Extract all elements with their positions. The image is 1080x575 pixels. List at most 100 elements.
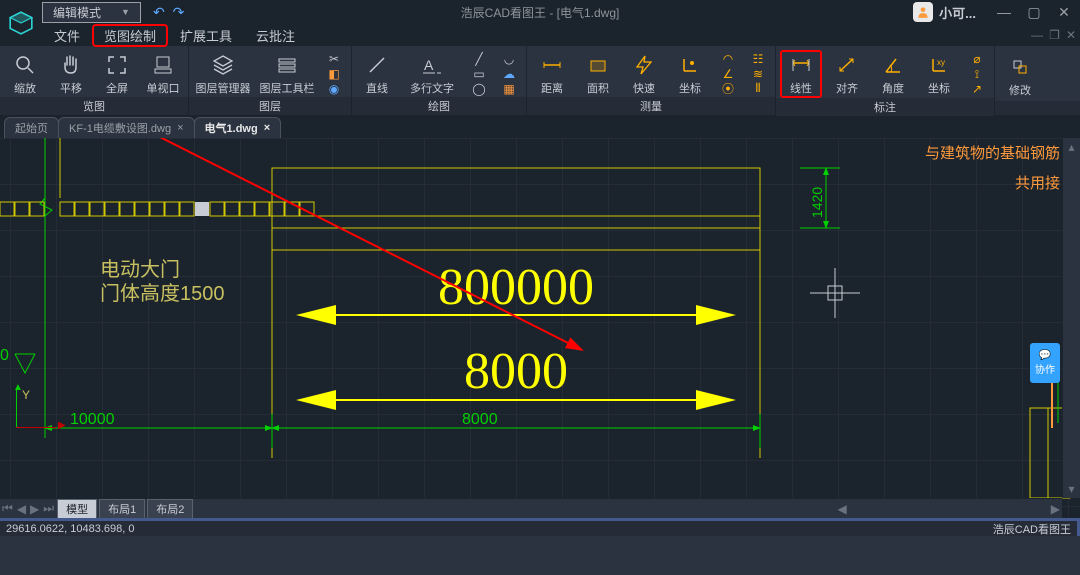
minimize-button[interactable]: — <box>992 3 1016 21</box>
group-name-end <box>995 101 1080 115</box>
tool-angle[interactable]: 角度 <box>872 50 914 98</box>
dist-icon <box>539 52 565 78</box>
mdi-controls: — ❐ ✕ <box>1031 28 1076 42</box>
mdi-close[interactable]: ✕ <box>1066 28 1076 42</box>
svg-text:800000: 800000 <box>438 259 594 316</box>
sheet-layout1[interactable]: 布局1 <box>99 499 145 519</box>
modify-icon <box>1007 54 1033 80</box>
ribbon-group-layer: 图层管理器 图层工具栏 ✂ ◧ ◉ 图层 <box>189 46 352 115</box>
tool-draw-stack2[interactable]: ◡☁▦ <box>496 50 522 97</box>
tool-measure-stack2[interactable]: ☷≋⦀ <box>745 50 771 97</box>
ribbon-group-draw: 直线 A 多行文字 ╱▭◯ ◡☁▦ 绘图 <box>352 46 527 115</box>
sheet-last-icon[interactable]: ⏭ <box>41 501 56 516</box>
coords-icon <box>677 52 703 78</box>
svg-text:共用接: 共用接 <box>1015 175 1060 192</box>
circle-icon: ◯ <box>472 82 485 95</box>
tool-viewport[interactable]: 单视口 <box>142 50 184 97</box>
tool-area[interactable]: 面积 <box>577 50 619 97</box>
scroll-down-icon[interactable]: ▾ <box>1066 482 1076 496</box>
sheet-layout2[interactable]: 布局2 <box>147 499 193 519</box>
scrollbar-vertical[interactable]: ▴ ▾ <box>1062 138 1080 498</box>
tool-fullscreen[interactable]: 全屏 <box>96 50 138 97</box>
scroll-up-icon[interactable]: ▴ <box>1066 140 1076 154</box>
mdi-restore[interactable]: ❐ <box>1049 28 1060 42</box>
tool-line[interactable]: 直线 <box>356 50 398 97</box>
layer-mgr-icon <box>210 52 236 78</box>
tool-coords-d[interactable]: xy 坐标 <box>918 50 960 98</box>
m-ratio-icon: ⦿ <box>722 82 734 95</box>
undo-icon[interactable]: ↶ <box>153 4 165 21</box>
tab-active[interactable]: 电气1.dwg × <box>194 117 282 138</box>
collaborate-button[interactable]: 💬 协作 <box>1030 343 1060 383</box>
tool-layer-mgr[interactable]: 图层管理器 <box>193 50 253 97</box>
align-label: 对齐 <box>836 80 858 96</box>
tab-kf1-label: KF-1电缆敷设图.dwg <box>69 120 171 136</box>
maximize-button[interactable]: ▢ <box>1022 3 1046 21</box>
svg-text:8000: 8000 <box>462 411 498 428</box>
tool-mtext[interactable]: A 多行文字 <box>402 50 462 97</box>
tool-linear[interactable]: 线性 <box>780 50 822 98</box>
mdi-minimize[interactable]: — <box>1031 28 1043 42</box>
hatch-icon: ▦ <box>503 82 514 95</box>
menu-ext-tools[interactable]: 扩展工具 <box>168 24 244 47</box>
tool-dim-stack[interactable]: ⌀⟟↗ <box>964 50 990 98</box>
pan-icon <box>58 52 84 78</box>
tool-zoom[interactable]: 缩放 <box>4 50 46 97</box>
sheet-first-icon[interactable]: ⏮ <box>0 501 15 516</box>
user-icon <box>916 5 930 19</box>
layer-crop-icon: ✂ <box>329 52 339 65</box>
tool-layer-bar[interactable]: 图层工具栏 <box>257 50 317 97</box>
m-s2-icon: ≋ <box>753 67 763 80</box>
sheet-prev-icon[interactable]: ◀ <box>15 502 28 516</box>
scroll-left-icon[interactable]: ◀ <box>836 502 849 516</box>
menu-view-draw[interactable]: 览图绘制 <box>92 24 168 47</box>
angle-label: 角度 <box>882 80 904 96</box>
menu-cloud-note[interactable]: 云批注 <box>244 24 307 47</box>
tab-kf1[interactable]: KF-1电缆敷设图.dwg × <box>58 117 195 138</box>
quick-icon <box>631 52 657 78</box>
tab-active-label: 电气1.dwg <box>205 120 258 136</box>
tool-layer-stack[interactable]: ✂ ◧ ◉ <box>321 50 347 97</box>
scroll-right-icon[interactable]: ▶ <box>1049 502 1062 516</box>
tool-coords-m[interactable]: 坐标 <box>669 50 711 97</box>
tab-start[interactable]: 起始页 <box>4 117 59 138</box>
document-tabs: 起始页 KF-1电缆敷设图.dwg × 电气1.dwg × <box>0 116 1080 138</box>
modify-label: 修改 <box>1009 82 1031 98</box>
svg-text:0: 0 <box>0 347 9 364</box>
tool-pan[interactable]: 平移 <box>50 50 92 97</box>
coords-d-label: 坐标 <box>928 80 950 96</box>
svg-text:电动大门: 电动大门 <box>100 258 180 281</box>
ribbon-group-dim: 线性 对齐 角度 xy 坐标 ⌀⟟↗ 标注 <box>776 46 995 115</box>
group-name-measure: 测量 <box>527 97 775 115</box>
svg-text:1420: 1420 <box>809 187 825 218</box>
area-label: 面积 <box>587 80 609 96</box>
pan-label: 平移 <box>60 80 82 96</box>
app-logo[interactable] <box>0 0 42 46</box>
tool-measure-stack1[interactable]: ◠∠⦿ <box>715 50 741 97</box>
drawing-canvas[interactable]: 电动大门 门体高度1500 800000 8000 10000 8000 0 1… <box>0 138 1080 518</box>
tool-draw-stack1[interactable]: ╱▭◯ <box>466 50 492 97</box>
sheet-model[interactable]: 模型 <box>57 499 97 519</box>
tool-align[interactable]: 对齐 <box>826 50 868 98</box>
linear-icon <box>788 52 814 78</box>
tool-dist[interactable]: 距离 <box>531 50 573 97</box>
group-name-draw: 绘图 <box>352 97 526 115</box>
sheet-next-icon[interactable]: ▶ <box>28 502 41 516</box>
svg-text:与建筑物的基础钢筋: 与建筑物的基础钢筋 <box>925 145 1060 162</box>
layer-mgr-label: 图层管理器 <box>196 80 251 96</box>
layer-bar-label: 图层工具栏 <box>260 80 315 96</box>
menu-file[interactable]: 文件 <box>42 24 92 47</box>
tool-modify[interactable]: 修改 <box>999 50 1041 101</box>
close-button[interactable]: ✕ <box>1052 3 1076 21</box>
user-name[interactable]: 小可... <box>939 3 976 22</box>
user-avatar[interactable] <box>913 2 933 22</box>
redo-icon[interactable]: ↷ <box>173 4 185 21</box>
polyline-icon: ╱ <box>475 52 482 65</box>
mode-selector[interactable]: 编辑模式 ▼ <box>42 2 141 23</box>
dist-label: 距离 <box>541 80 563 96</box>
close-icon[interactable]: × <box>264 122 270 134</box>
title-right: 小可... — ▢ ✕ <box>913 2 1076 22</box>
layer-bar-icon <box>274 52 300 78</box>
tool-quick[interactable]: 快速 <box>623 50 665 97</box>
close-icon[interactable]: × <box>177 122 183 134</box>
